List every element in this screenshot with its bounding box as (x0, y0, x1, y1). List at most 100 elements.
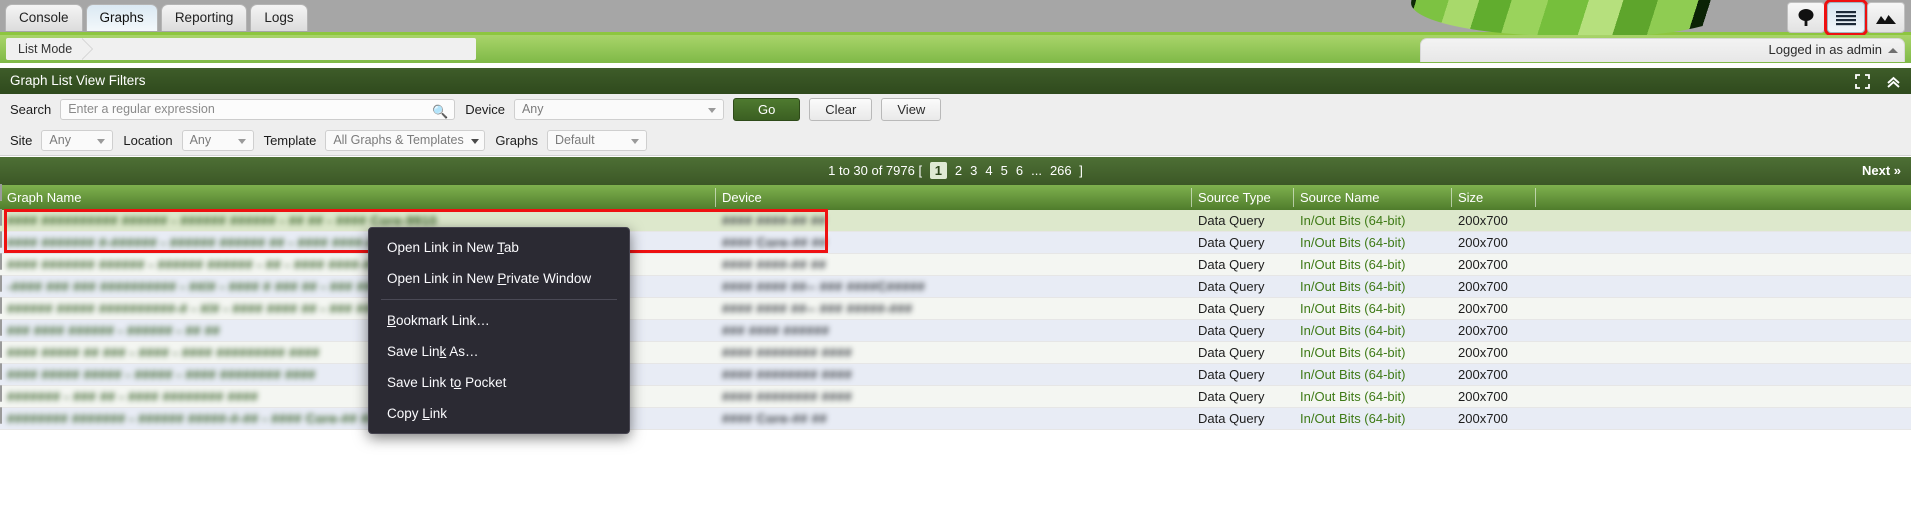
cell-source-name[interactable]: In/Out Bits (64-bit) (1300, 298, 1405, 320)
list-glyph (1835, 10, 1857, 26)
row-checkbox[interactable] (0, 341, 2, 358)
cell-device[interactable]: #### ######## #### (722, 364, 852, 386)
context-menu-item[interactable]: Open Link in New Private Window (369, 263, 629, 294)
tab-graphs[interactable]: Graphs (86, 4, 158, 31)
table-row[interactable]: ####### - ### ## - #### ######## #### ###… (0, 386, 1911, 408)
cell-graph-name[interactable]: ######## ####### - ###### #####-#-## - #… (7, 408, 376, 430)
chevron-down-icon (471, 139, 479, 144)
template-select-value: All Graphs & Templates (326, 133, 463, 147)
tree-glyph (1796, 8, 1816, 27)
cell-graph-name[interactable]: -#### ### ### ########## - ##/# - #### #… (7, 276, 372, 298)
cell-device[interactable]: #### ######## #### (722, 342, 852, 364)
table-row[interactable]: #### ####### #-###### - ###### ###### ##… (0, 232, 1911, 254)
cell-source-name[interactable]: In/Out Bits (64-bit) (1300, 254, 1405, 276)
search-input[interactable]: Enter a regular expression 🔍 (60, 99, 455, 120)
pagination-page-link[interactable]: 6 (1016, 163, 1023, 178)
table-row[interactable]: ###### ##### ##########-# - #/# - #### #… (0, 298, 1911, 320)
pagination-page-link[interactable]: 4 (985, 163, 992, 178)
cell-source-name[interactable]: In/Out Bits (64-bit) (1300, 386, 1405, 408)
list-view-icon[interactable] (1827, 2, 1865, 33)
template-label: Template (254, 133, 326, 148)
search-label: Search (0, 102, 60, 117)
preview-view-icon[interactable] (1867, 2, 1905, 33)
cell-size: 200x700 (1458, 364, 1508, 386)
location-select[interactable]: Any (182, 130, 254, 151)
column-header-source-type[interactable]: Source Type (1191, 185, 1271, 210)
device-select[interactable]: Any (514, 99, 724, 120)
cell-device[interactable]: #### ####-## ## (722, 254, 826, 276)
cell-source-name[interactable]: In/Out Bits (64-bit) (1300, 210, 1405, 232)
pagination-page-link[interactable]: 5 (1001, 163, 1008, 178)
tab-logs[interactable]: Logs (250, 4, 307, 31)
table-row[interactable]: #### ##### ## ### - #### - #### ########… (0, 342, 1911, 364)
cell-graph-name[interactable]: #### ##### ## ### - #### - #### ########… (7, 342, 320, 364)
cell-graph-name[interactable]: ###### ##### ##########-# - #/# - #### #… (7, 298, 372, 320)
table-row[interactable]: #### ##### ##### - ##### - #### ########… (0, 364, 1911, 386)
pagination-current-page[interactable]: 1 (930, 162, 947, 179)
cell-graph-name[interactable]: ### #### ###### - ###### - ## ## (7, 320, 220, 342)
row-checkbox[interactable] (0, 209, 2, 226)
table-row[interactable]: #### ########## ###### - ###### ###### -… (0, 210, 1911, 232)
column-header-size[interactable]: Size (1451, 185, 1483, 210)
login-status[interactable]: Logged in as admin (1420, 38, 1905, 62)
cell-graph-name[interactable]: #### ####### ###### - ###### ###### - ##… (7, 254, 387, 276)
row-checkbox[interactable] (0, 319, 2, 336)
cell-device[interactable]: #### #### ##-- ### ####C##### (722, 276, 925, 298)
device-label: Device (455, 102, 514, 117)
row-checkbox[interactable] (0, 363, 2, 380)
column-header-graph-name[interactable]: Graph Name (0, 185, 81, 210)
row-checkbox[interactable] (0, 385, 2, 402)
cell-source-name[interactable]: In/Out Bits (64-bit) (1300, 342, 1405, 364)
cell-graph-name[interactable]: #### ##### ##### - ##### - #### ########… (7, 364, 316, 386)
context-menu-item[interactable]: Save Link As… (369, 336, 629, 367)
cell-device[interactable]: #### ####-## ## (722, 210, 826, 232)
row-checkbox[interactable] (0, 407, 2, 424)
collapse-icon[interactable] (1886, 74, 1901, 89)
table-row[interactable]: ### #### ###### - ###### - ## ## ### ####… (0, 320, 1911, 342)
column-header-device[interactable]: Device (715, 185, 762, 210)
row-checkbox[interactable] (0, 275, 2, 292)
cell-size: 200x700 (1458, 298, 1508, 320)
row-checkbox[interactable] (0, 297, 2, 314)
search-icon[interactable]: 🔍 (432, 102, 448, 121)
context-menu-item[interactable]: Save Link to Pocket (369, 367, 629, 398)
expand-icon[interactable] (1855, 74, 1870, 89)
cell-source-name[interactable]: In/Out Bits (64-bit) (1300, 276, 1405, 298)
clear-button[interactable]: Clear (809, 98, 872, 121)
cell-device[interactable]: #### Core-## ## (722, 408, 827, 430)
go-button[interactable]: Go (733, 98, 800, 121)
cell-device[interactable]: #### #### ##-- ### #####-### (722, 298, 912, 320)
table-row[interactable]: #### ####### ###### - ###### ###### - ##… (0, 254, 1911, 276)
pagination-page-link[interactable]: 2 (955, 163, 962, 178)
site-select[interactable]: Any (41, 130, 113, 151)
context-menu-item[interactable]: Bookmark Link… (369, 305, 629, 336)
context-menu-item[interactable]: Open Link in New Tab (369, 232, 629, 263)
device-select-value: Any (515, 102, 544, 116)
next-page-link[interactable]: Next » (1862, 157, 1901, 185)
cell-device[interactable]: ### #### ###### (722, 320, 829, 342)
template-select[interactable]: All Graphs & Templates (325, 130, 485, 151)
tree-view-icon[interactable] (1787, 2, 1825, 33)
graphs-select[interactable]: Default (547, 130, 647, 151)
filter-row-search: Search Enter a regular expression 🔍 Devi… (0, 94, 1911, 125)
cell-source-name[interactable]: In/Out Bits (64-bit) (1300, 232, 1405, 254)
pagination-page-link[interactable]: 3 (970, 163, 977, 178)
cell-device[interactable]: #### ######## #### (722, 386, 852, 408)
cell-graph-name[interactable]: ####### - ### ## - #### ######## #### (7, 386, 258, 408)
table-row[interactable]: ######## ####### - ###### #####-#-## - #… (0, 408, 1911, 430)
breadcrumb-bar: List Mode Logged in as admin (0, 35, 1911, 63)
column-header-source-name[interactable]: Source Name (1293, 185, 1379, 210)
context-menu-item[interactable]: Copy Link (369, 398, 629, 429)
row-checkbox[interactable] (0, 231, 2, 248)
tab-reporting[interactable]: Reporting (161, 4, 248, 31)
cell-source-name[interactable]: In/Out Bits (64-bit) (1300, 408, 1405, 430)
cell-source-name[interactable]: In/Out Bits (64-bit) (1300, 320, 1405, 342)
cell-graph-name[interactable]: #### ####### #-###### - ###### ###### ##… (7, 232, 390, 254)
table-row[interactable]: -#### ### ### ########## - ##/# - #### #… (0, 276, 1911, 298)
cell-device[interactable]: #### Core-## ## (722, 232, 827, 254)
pagination-page-link[interactable]: 266 (1050, 163, 1072, 178)
view-button[interactable]: View (881, 98, 941, 121)
row-checkbox[interactable] (0, 253, 2, 270)
cell-source-name[interactable]: In/Out Bits (64-bit) (1300, 364, 1405, 386)
tab-console[interactable]: Console (5, 4, 83, 31)
